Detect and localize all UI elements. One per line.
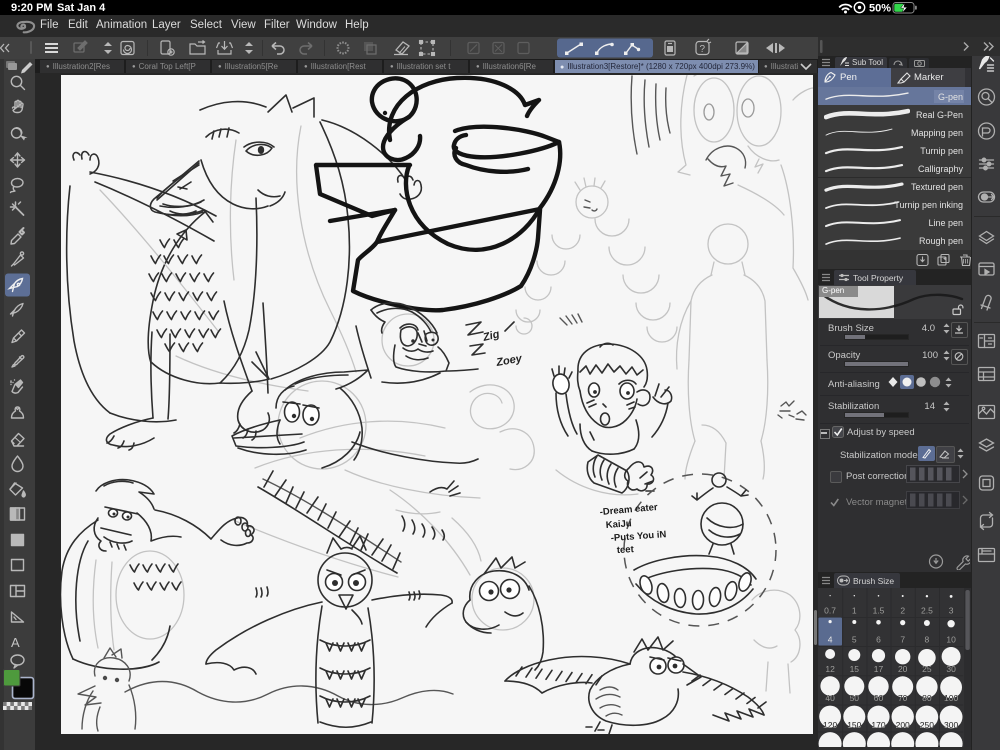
svg-text:KaiJu: KaiJu (605, 518, 632, 531)
svg-text:-Puts You iN: -Puts You iN (610, 529, 666, 544)
svg-text:teet: teet (617, 544, 635, 556)
svg-text:17: 17 (874, 664, 884, 674)
svg-text:40: 40 (825, 693, 835, 703)
svg-text:2: 2 (900, 605, 905, 615)
svg-text:800: 800 (920, 745, 934, 747)
svg-text:50: 50 (850, 693, 860, 703)
svg-text:1: 1 (852, 605, 857, 615)
svg-text:25: 25 (922, 664, 932, 674)
svg-text:10: 10 (946, 634, 956, 644)
svg-text:20: 20 (898, 664, 908, 674)
svg-text:0.7: 0.7 (824, 605, 836, 615)
svg-text:15: 15 (850, 664, 860, 674)
svg-text:6: 6 (876, 634, 881, 644)
svg-text:400: 400 (823, 745, 837, 747)
svg-text:50%: 50% (869, 3, 891, 15)
svg-text:30: 30 (946, 664, 956, 674)
svg-text:5: 5 (852, 634, 857, 644)
svg-text:1000: 1000 (942, 745, 961, 747)
svg-text:500: 500 (847, 745, 861, 747)
svg-text:100: 100 (944, 693, 958, 703)
svg-text:-Dream eater: -Dream eater (599, 502, 658, 518)
svg-text:?: ? (700, 44, 706, 55)
svg-text:170: 170 (871, 720, 885, 730)
svg-text:250: 250 (920, 720, 934, 730)
svg-text:600: 600 (871, 745, 885, 747)
svg-text:150: 150 (847, 720, 861, 730)
svg-text:70: 70 (898, 693, 908, 703)
svg-text:4: 4 (828, 634, 833, 644)
svg-text:200: 200 (896, 720, 910, 730)
svg-text:1.5: 1.5 (873, 605, 885, 615)
svg-text:80: 80 (922, 693, 932, 703)
svg-text:Zig: Zig (481, 328, 501, 344)
svg-text:A: A (11, 635, 20, 650)
svg-text:12: 12 (825, 664, 835, 674)
svg-text:120: 120 (823, 720, 837, 730)
svg-text:300: 300 (944, 720, 958, 730)
svg-text:60: 60 (874, 693, 884, 703)
svg-text:700: 700 (896, 745, 910, 747)
svg-text:2.5: 2.5 (921, 605, 933, 615)
svg-text:8: 8 (925, 634, 930, 644)
svg-text:3: 3 (949, 605, 954, 615)
svg-text:7: 7 (900, 634, 905, 644)
svg-text:Zoey: Zoey (494, 353, 523, 370)
